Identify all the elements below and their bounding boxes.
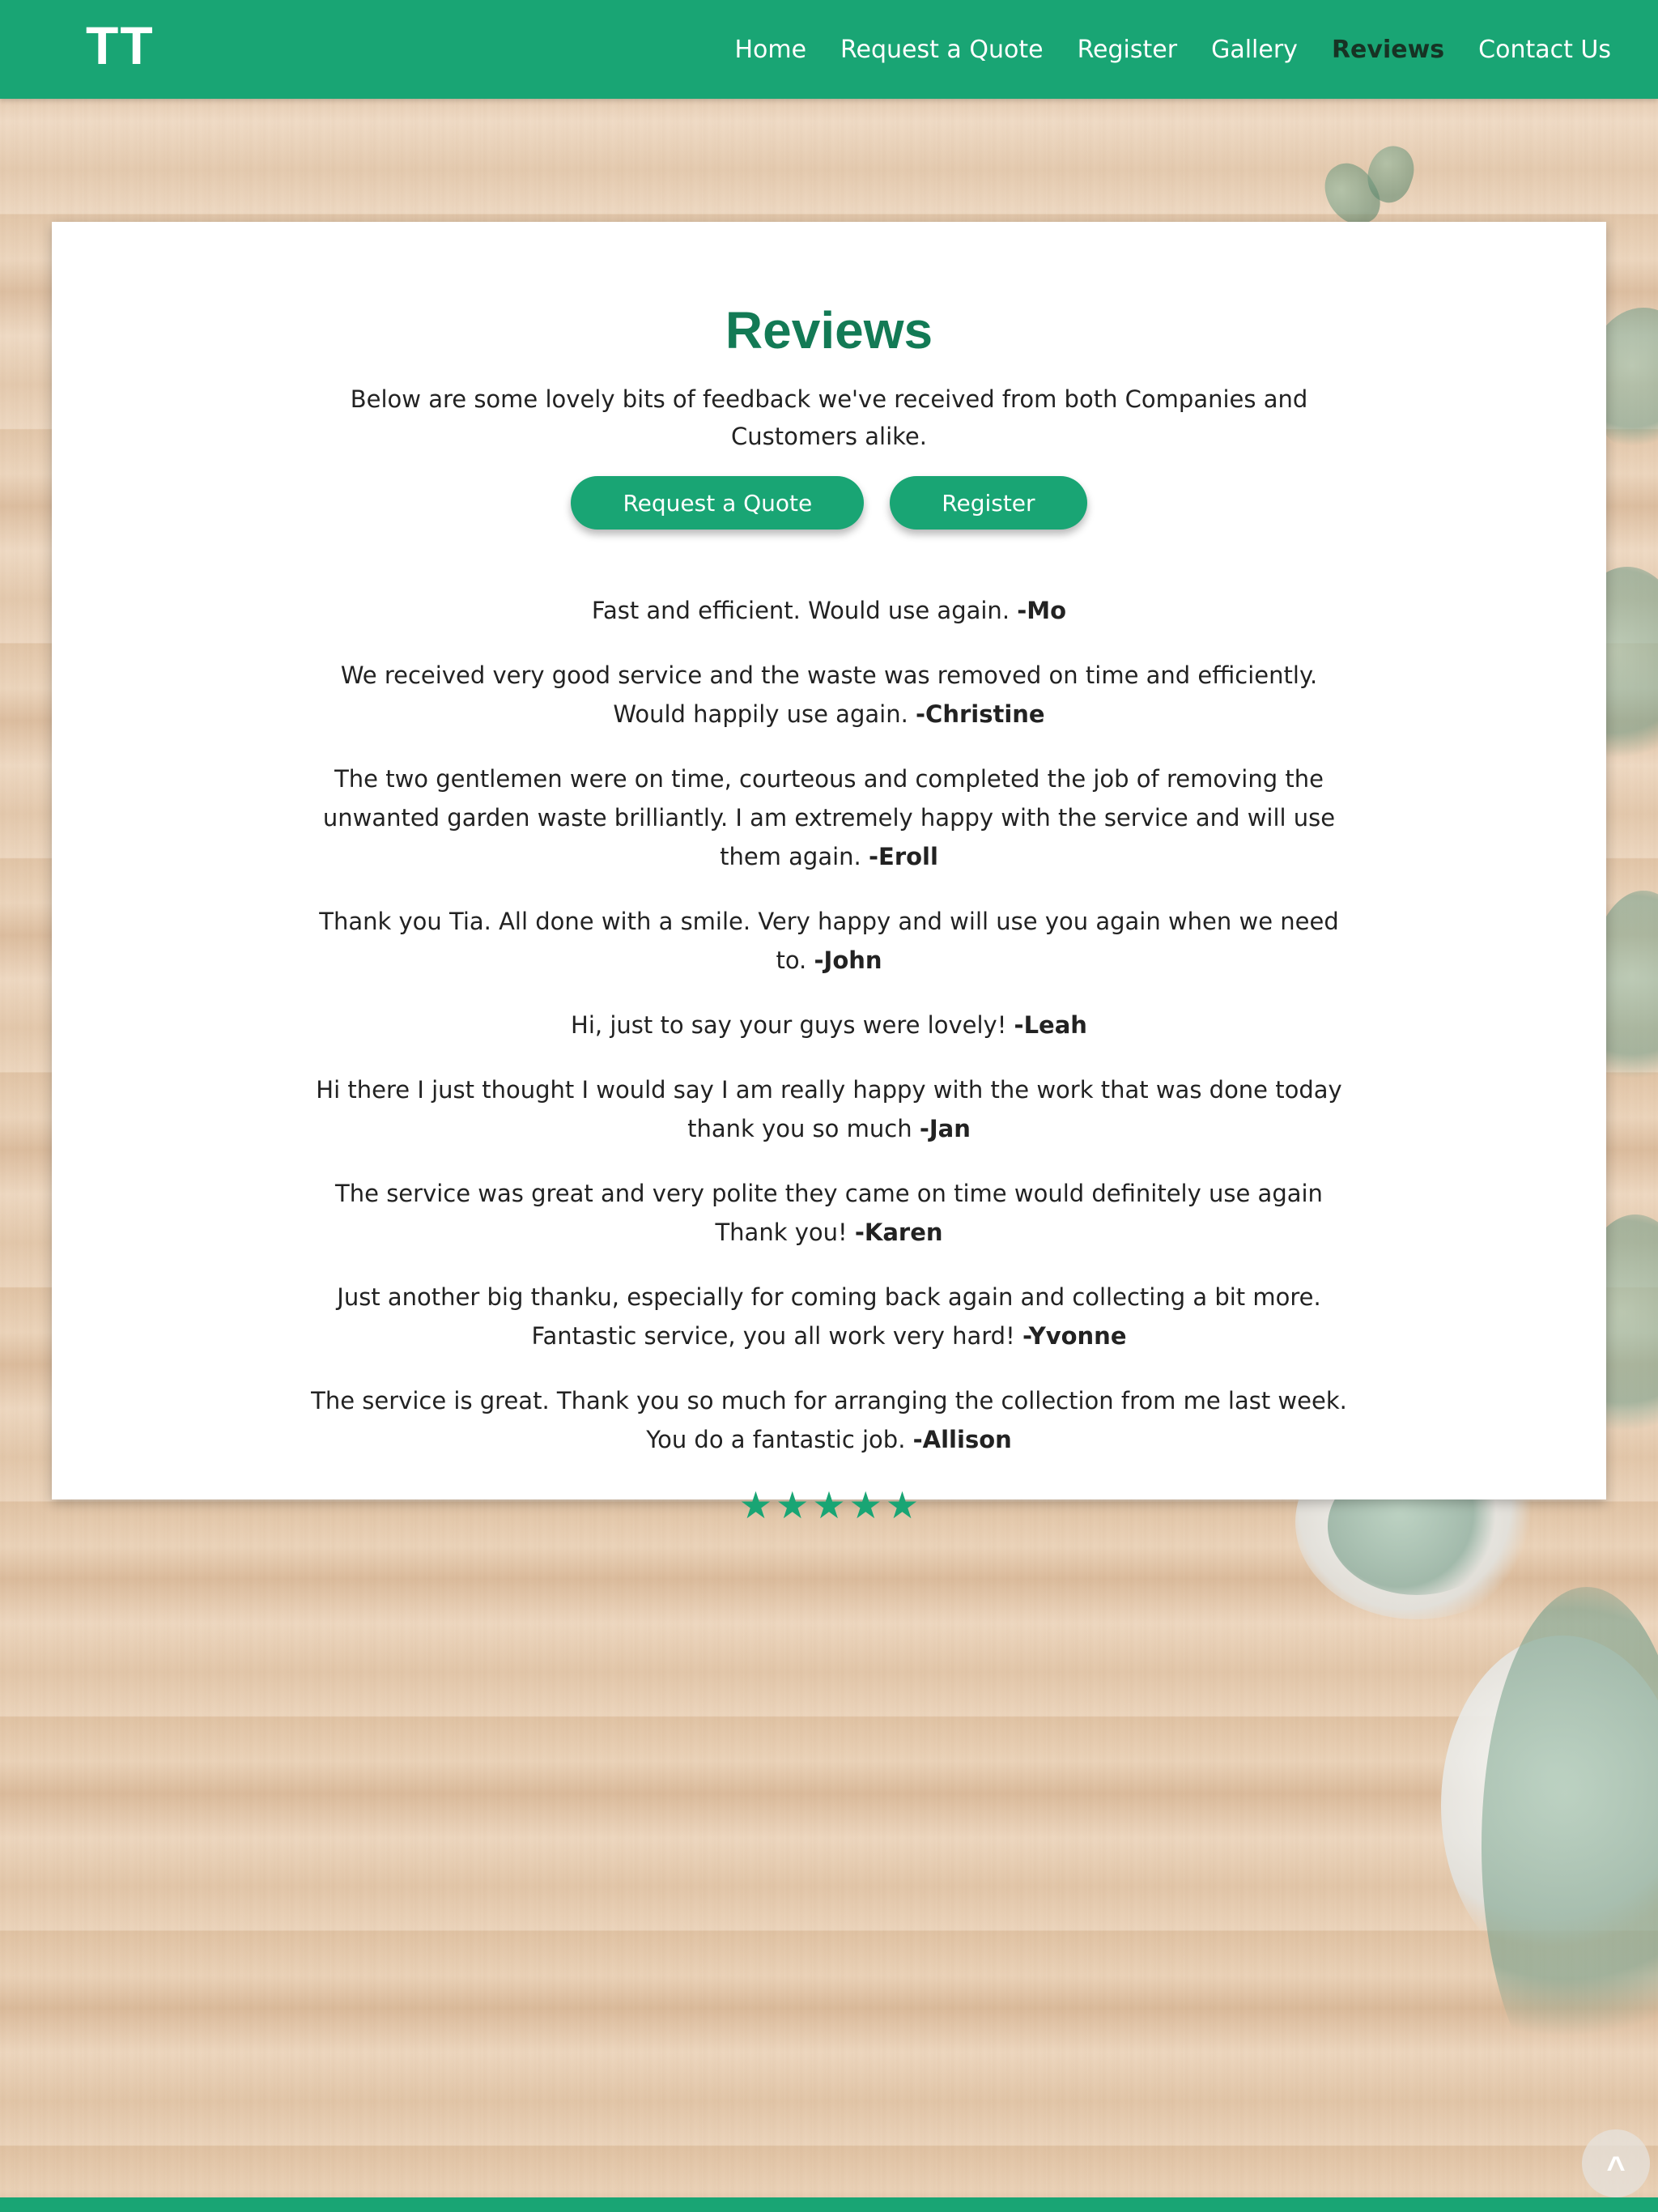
- nav-item-register[interactable]: Register: [1078, 36, 1178, 64]
- main-nav: Home Request a Quote Register Gallery Re…: [734, 0, 1611, 99]
- reviews-card: Reviews Below are some lovely bits of fe…: [52, 222, 1606, 1525]
- review-text: The service is great. Thank you so much …: [311, 1387, 1347, 1453]
- top-navbar: TT Home Request a Quote Register Gallery…: [0, 0, 1658, 99]
- star-icon: ★: [812, 1483, 846, 1527]
- review-item: The service was great and very polite th…: [311, 1174, 1347, 1252]
- cta-row: Request a Quote Register: [311, 476, 1347, 530]
- register-button[interactable]: Register: [890, 476, 1087, 530]
- nav-item-home[interactable]: Home: [734, 36, 806, 64]
- chevron-up-icon: ^: [1606, 2150, 1626, 2186]
- review-item: We received very good service and the wa…: [311, 656, 1347, 734]
- back-to-top-button[interactable]: ^: [1582, 2129, 1650, 2197]
- review-text: We received very good service and the wa…: [340, 661, 1318, 728]
- review-item: Hi, just to say your guys were lovely! -…: [311, 1006, 1347, 1044]
- star-icon: ★: [848, 1483, 882, 1527]
- review-author: -Mo: [1017, 597, 1067, 624]
- nav-item-reviews[interactable]: Reviews: [1332, 36, 1444, 64]
- review-text: Hi there I just thought I would say I am…: [316, 1076, 1342, 1142]
- review-text: Fast and efficient. Would use again.: [591, 597, 1010, 624]
- nav-item-request-a-quote[interactable]: Request a Quote: [840, 36, 1044, 64]
- reviews-list: Fast and efficient. Would use again. -Mo…: [311, 591, 1347, 1459]
- review-author: -Karen: [854, 1219, 943, 1246]
- review-item: The two gentlemen were on time, courteou…: [311, 759, 1347, 876]
- review-item: The service is great. Thank you so much …: [311, 1381, 1347, 1459]
- review-author: -John: [814, 946, 882, 974]
- review-item: Just another big thanku, especially for …: [311, 1278, 1347, 1355]
- nav-item-contact-us[interactable]: Contact Us: [1478, 36, 1611, 64]
- reviews-content: Reviews Below are some lovely bits of fe…: [311, 300, 1347, 1525]
- review-item: Fast and efficient. Would use again. -Mo: [311, 591, 1347, 630]
- review-text: Just another big thanku, especially for …: [337, 1283, 1321, 1350]
- footer-bar: [0, 2197, 1658, 2212]
- review-item: Hi there I just thought I would say I am…: [311, 1070, 1347, 1148]
- five-star-rating: ★ ★ ★ ★ ★: [311, 1485, 1347, 1525]
- review-author: -Yvonne: [1022, 1322, 1127, 1350]
- brand-logo[interactable]: TT: [86, 15, 155, 76]
- review-text: The two gentlemen were on time, courteou…: [322, 765, 1336, 870]
- star-icon: ★: [885, 1483, 920, 1527]
- review-author: -Eroll: [868, 843, 938, 870]
- star-icon: ★: [776, 1483, 810, 1527]
- review-author: -Leah: [1014, 1011, 1087, 1039]
- review-text: Hi, just to say your guys were lovely!: [571, 1011, 1007, 1039]
- star-icon: ★: [738, 1483, 773, 1527]
- nav-item-gallery[interactable]: Gallery: [1211, 36, 1298, 64]
- page-title: Reviews: [725, 301, 933, 359]
- review-author: -Christine: [916, 700, 1045, 728]
- intro-text: Below are some lovely bits of feedback w…: [350, 385, 1308, 450]
- request-quote-button[interactable]: Request a Quote: [571, 476, 865, 530]
- review-author: -Jan: [919, 1115, 971, 1142]
- review-author: -Allison: [912, 1426, 1012, 1453]
- review-item: Thank you Tia. All done with a smile. Ve…: [311, 902, 1347, 980]
- review-text: The service was great and very polite th…: [335, 1180, 1323, 1246]
